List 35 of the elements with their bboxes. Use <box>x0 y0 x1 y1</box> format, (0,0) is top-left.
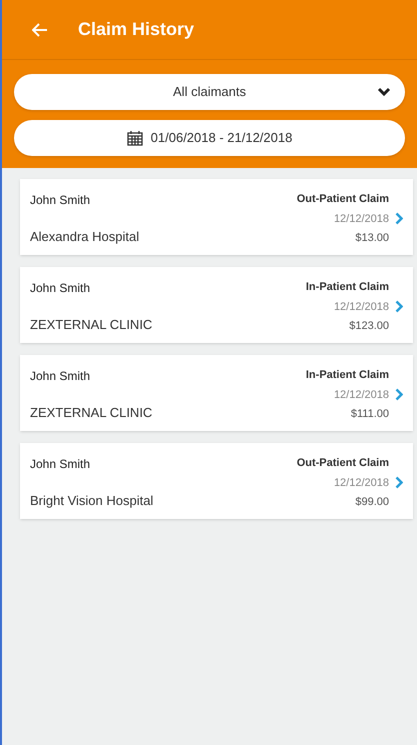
claim-type: Out-Patient Claim <box>296 456 389 471</box>
claim-type: In-Patient Claim <box>306 368 389 383</box>
claim-date: 12/12/2018 <box>334 212 389 226</box>
claim-card[interactable]: John Smith Bright Vision Hospital Out-Patient Claim 12/12/2018 $99.00 <box>20 443 413 519</box>
claim-card[interactable]: John Smith Alexandra Hospital Out-Patient Claim 12/12/2018 $13.00 <box>20 179 413 255</box>
claim-type: In-Patient Claim <box>306 280 389 295</box>
provider-name: Bright Vision Hospital <box>30 492 154 510</box>
claimant-name: John Smith <box>30 368 92 385</box>
calendar-icon <box>126 130 143 146</box>
claimant-name: John Smith <box>30 280 92 297</box>
chevron-down-icon <box>377 87 391 97</box>
claim-date: 12/12/2018 <box>334 388 389 402</box>
claim-date: 12/12/2018 <box>334 476 389 490</box>
chevron-right-icon <box>395 300 403 314</box>
claim-amount: $99.00 <box>355 495 389 510</box>
claim-card[interactable]: John Smith ZEXTERNAL CLINIC In-Patient Claim 12/12/2018 $111.00 <box>20 355 413 431</box>
claim-type: Out-Patient Claim <box>296 192 389 207</box>
back-arrow-icon <box>32 22 48 36</box>
claim-amount: $13.00 <box>355 231 389 246</box>
back-button[interactable] <box>32 22 48 36</box>
provider-name: ZEXTERNAL CLINIC <box>30 404 152 422</box>
screen-title: Claim History <box>78 18 194 41</box>
claimant-name: John Smith <box>30 192 92 209</box>
claimant-dropdown[interactable]: All claimants <box>14 74 405 110</box>
claim-card[interactable]: John Smith ZEXTERNAL CLINIC In-Patient Claim 12/12/2018 $123.00 <box>20 267 413 343</box>
claim-date: 12/12/2018 <box>334 300 389 314</box>
date-range-button[interactable]: 01/06/2018 - 21/12/2018 <box>14 120 405 156</box>
chevron-right-icon <box>395 476 403 490</box>
claim-amount: $123.00 <box>349 319 389 334</box>
chevron-right-icon <box>395 212 403 226</box>
provider-name: Alexandra Hospital <box>30 228 140 246</box>
provider-name: ZEXTERNAL CLINIC <box>30 316 152 334</box>
claim-amount: $111.00 <box>350 407 389 422</box>
chevron-right-icon <box>395 388 403 402</box>
claimant-name: John Smith <box>30 456 92 473</box>
